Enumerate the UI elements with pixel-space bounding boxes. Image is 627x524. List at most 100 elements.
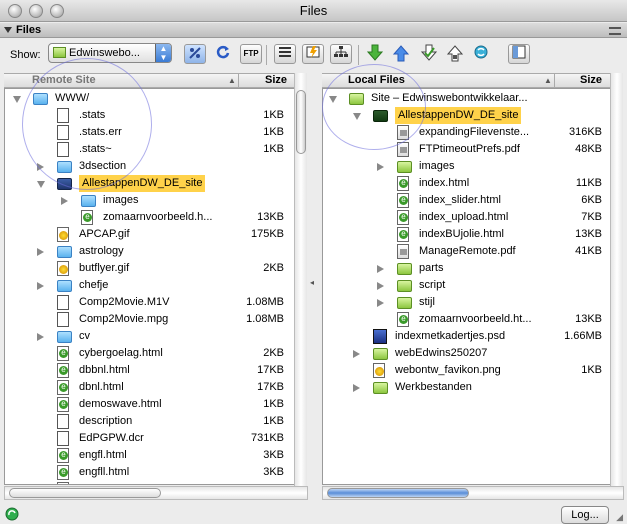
disclosure-open-icon[interactable] bbox=[353, 113, 361, 120]
file-row[interactable]: engflll.html 3KB bbox=[5, 481, 294, 484]
ftp-log-button[interactable]: FTP bbox=[240, 44, 262, 64]
put-files-button[interactable] bbox=[390, 44, 412, 64]
disclosure-open-icon[interactable] bbox=[37, 181, 45, 188]
file-row[interactable]: butflyer.gif 2KB bbox=[5, 260, 294, 277]
splitter-handle-icon[interactable]: ◂ bbox=[310, 278, 315, 288]
zoom-window-button[interactable] bbox=[50, 4, 64, 18]
synchronize-button[interactable] bbox=[470, 44, 492, 64]
disclosure-closed-icon[interactable] bbox=[353, 350, 360, 358]
remote-site-header[interactable]: Remote Site bbox=[32, 74, 96, 87]
disclosure-closed-icon[interactable] bbox=[377, 163, 384, 171]
remote-hscroll-thumb[interactable] bbox=[9, 488, 161, 498]
folder-row[interactable]: AllestappenDW_DE_site bbox=[5, 175, 294, 192]
file-row[interactable]: .stats~ 1KB bbox=[5, 141, 294, 158]
folder-row[interactable]: astrology bbox=[5, 243, 294, 260]
local-horizontal-scrollbar[interactable] bbox=[322, 486, 624, 500]
file-row[interactable]: indexBUjolie.html 13KB bbox=[323, 226, 610, 243]
site-select[interactable]: Edwinswebo... ▲ ▼ bbox=[48, 43, 172, 63]
file-row[interactable]: engfl.html 3KB bbox=[5, 447, 294, 464]
folder-row[interactable]: WWW/ bbox=[5, 90, 294, 107]
site-map-button[interactable] bbox=[330, 44, 352, 64]
remote-file-list[interactable]: WWW/ .stats 1KB .stats.err 1KB .stats~ 1KB 3dse… bbox=[4, 88, 295, 485]
close-window-button[interactable] bbox=[8, 4, 22, 18]
file-row[interactable]: cybergoelag.html 2KB bbox=[5, 345, 294, 362]
disclosure-closed-icon[interactable] bbox=[377, 299, 384, 307]
file-row[interactable]: description 1KB bbox=[5, 413, 294, 430]
disclosure-closed-icon[interactable] bbox=[353, 384, 360, 392]
remote-vertical-scrollbar[interactable] bbox=[294, 88, 307, 486]
files-panel-header[interactable]: Files bbox=[0, 23, 627, 38]
folder-row[interactable]: images bbox=[323, 158, 610, 175]
collapse-triangle-icon[interactable] bbox=[4, 27, 12, 33]
file-row[interactable]: index_slider.html 6KB bbox=[323, 192, 610, 209]
file-row[interactable]: expandingFilevenste... 316KB bbox=[323, 124, 610, 141]
file-name: dbbnl.html bbox=[79, 364, 130, 376]
folder-row[interactable]: AllestappenDW_DE_site bbox=[323, 107, 610, 124]
folder-row[interactable]: stijl bbox=[323, 294, 610, 311]
check-in-button[interactable] bbox=[444, 44, 466, 64]
connect-button[interactable] bbox=[184, 44, 206, 64]
file-row[interactable]: index_upload.html 7KB bbox=[323, 209, 610, 226]
folder-row[interactable]: webEdwins250207 bbox=[323, 345, 610, 362]
folder-row[interactable]: cv bbox=[5, 328, 294, 345]
minimize-window-button[interactable] bbox=[29, 4, 43, 18]
remote-vscroll-thumb[interactable] bbox=[296, 90, 306, 154]
folder-row[interactable]: script bbox=[323, 277, 610, 294]
file-row[interactable]: demoswave.html 1KB bbox=[5, 396, 294, 413]
folder-row[interactable]: parts bbox=[323, 260, 610, 277]
file-row[interactable]: Comp2Movie.mpg 1.08MB bbox=[5, 311, 294, 328]
file-row[interactable]: engfll.html 3KB bbox=[5, 464, 294, 481]
disclosure-closed-icon[interactable] bbox=[61, 197, 68, 205]
panel-options-menu-icon[interactable] bbox=[609, 27, 621, 35]
local-column-header[interactable]: Local Files ▲ Size bbox=[322, 73, 610, 88]
file-row[interactable]: APCAP.gif 175KB bbox=[5, 226, 294, 243]
site-files-view-button[interactable] bbox=[274, 44, 296, 64]
local-hscroll-thumb[interactable] bbox=[327, 488, 469, 498]
disclosure-closed-icon[interactable] bbox=[377, 282, 384, 290]
remote-horizontal-scrollbar[interactable] bbox=[4, 486, 308, 500]
file-row[interactable]: .stats.err 1KB bbox=[5, 124, 294, 141]
window-titlebar: Files bbox=[0, 0, 627, 22]
local-size-header[interactable]: Size bbox=[580, 74, 602, 87]
remote-size-header[interactable]: Size bbox=[265, 74, 287, 87]
resize-grip-icon[interactable]: ◢ bbox=[616, 512, 623, 523]
folder-row[interactable]: chefje bbox=[5, 277, 294, 294]
file-name: AllestappenDW_DE_site bbox=[395, 107, 522, 124]
disclosure-closed-icon[interactable] bbox=[37, 333, 44, 341]
folder-row[interactable]: Werkbestanden bbox=[323, 379, 610, 396]
refresh-button[interactable] bbox=[212, 44, 234, 64]
disclosure-closed-icon[interactable] bbox=[37, 163, 44, 171]
folder-row[interactable]: images bbox=[5, 192, 294, 209]
testing-server-button[interactable] bbox=[302, 44, 324, 64]
check-out-button[interactable] bbox=[418, 44, 440, 64]
file-name: stijl bbox=[419, 296, 435, 308]
file-row[interactable]: .stats 1KB bbox=[5, 107, 294, 124]
html-icon bbox=[57, 380, 69, 395]
file-row[interactable]: ManageRemote.pdf 41KB bbox=[323, 243, 610, 260]
disclosure-closed-icon[interactable] bbox=[377, 265, 384, 273]
local-file-list[interactable]: Site – Edwinswebontwikkelaar... Allestapp… bbox=[322, 88, 611, 485]
file-row[interactable]: dbnl.html 17KB bbox=[5, 379, 294, 396]
file-row[interactable]: indexmetkadertjes.psd 1.66MB bbox=[323, 328, 610, 345]
folder-row[interactable]: 3dsection bbox=[5, 158, 294, 175]
file-row[interactable]: FTPtimeoutPrefs.pdf 48KB bbox=[323, 141, 610, 158]
expand-collapse-button[interactable] bbox=[508, 44, 530, 64]
folder-row[interactable]: Site – Edwinswebontwikkelaar... bbox=[323, 90, 610, 107]
file-row[interactable]: zomaarnvoorbeeld.ht... 13KB bbox=[323, 311, 610, 328]
disclosure-open-icon[interactable] bbox=[13, 96, 21, 103]
log-button[interactable]: Log... bbox=[561, 506, 609, 524]
get-files-button[interactable] bbox=[364, 44, 386, 64]
remote-column-header[interactable]: Remote Site ▲ Size bbox=[4, 73, 294, 88]
file-row[interactable]: zomaarnvoorbeeld.h... 13KB bbox=[5, 209, 294, 226]
disclosure-open-icon[interactable] bbox=[329, 96, 337, 103]
local-vertical-scrollbar[interactable] bbox=[610, 88, 623, 486]
file-row[interactable]: index.html 11KB bbox=[323, 175, 610, 192]
file-row[interactable]: dbbnl.html 17KB bbox=[5, 362, 294, 379]
disclosure-closed-icon[interactable] bbox=[37, 248, 44, 256]
select-arrows-icon: ▲ ▼ bbox=[155, 44, 171, 62]
disclosure-closed-icon[interactable] bbox=[37, 282, 44, 290]
file-row[interactable]: Comp2Movie.M1V 1.08MB bbox=[5, 294, 294, 311]
file-row[interactable]: webontw_favikon.png 1KB bbox=[323, 362, 610, 379]
local-files-header[interactable]: Local Files bbox=[348, 74, 405, 87]
file-row[interactable]: EdPGPW.dcr 731KB bbox=[5, 430, 294, 447]
